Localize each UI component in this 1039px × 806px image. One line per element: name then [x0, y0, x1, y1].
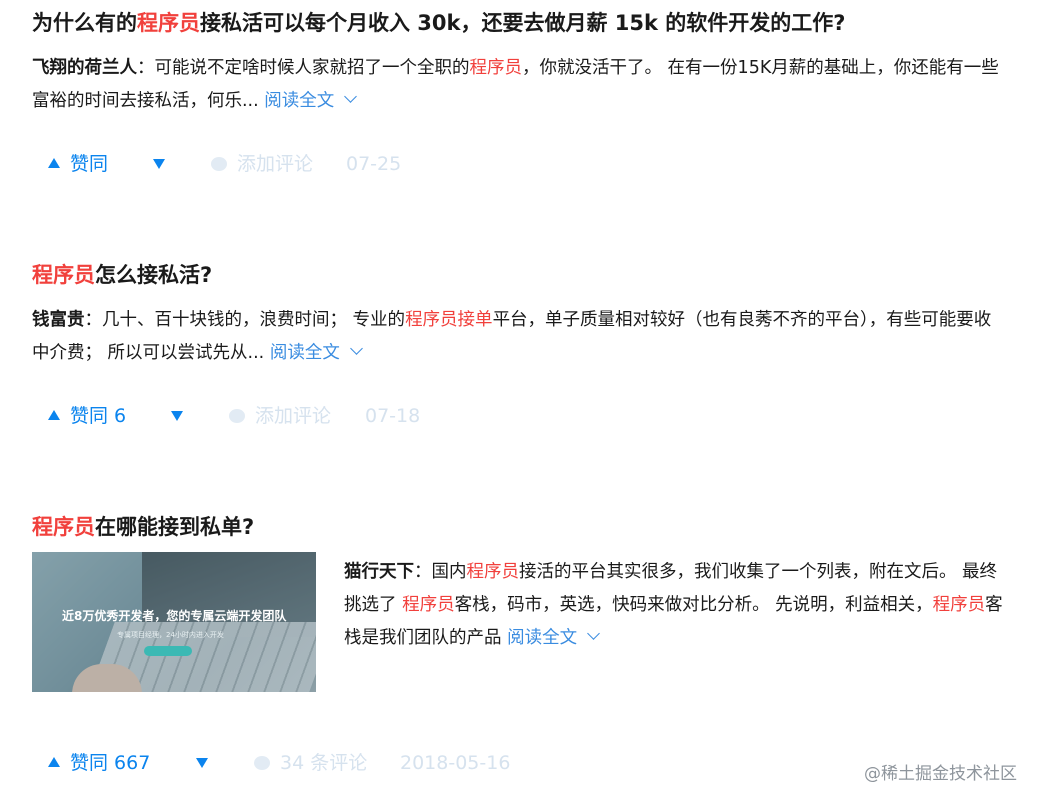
- answer-date: 2018-05-16: [400, 752, 511, 774]
- comment-bubble-icon: [211, 157, 227, 171]
- comment-label: 添加评论: [237, 153, 314, 175]
- title-text: 为什么有的: [32, 11, 137, 35]
- excerpt-highlight: 程序员接单: [405, 310, 493, 330]
- read-more-label: 阅读全文: [264, 91, 335, 111]
- upvote-label: 赞同 667: [70, 752, 151, 774]
- title-text: 接私活可以每个月收入 30k，还要去做月薪 15k 的软件开发的工作?: [200, 11, 846, 35]
- comment-bubble-icon: [254, 756, 270, 770]
- chevron-down-icon: [349, 342, 363, 355]
- upvote-label: 赞同: [70, 153, 109, 175]
- excerpt-text: ：几十、百十块钱的，浪费时间； 专业的: [84, 310, 406, 330]
- upvote-button[interactable]: 赞同: [48, 149, 108, 179]
- answer-card-2: 程序员怎么接私活? 钱富贵：几十、百十块钱的，浪费时间； 专业的程序员接单平台，…: [32, 260, 1022, 450]
- excerpt-text: ：可能说不定啥时候人家就招了一个全职的: [137, 58, 470, 78]
- answer-thumbnail[interactable]: 近8万优秀开发者，您的专属云端开发团队 专属项目经理，24小时内进入开发: [32, 552, 316, 692]
- read-more-link[interactable]: 阅读全文: [264, 90, 358, 111]
- read-more-link[interactable]: 阅读全文: [507, 627, 600, 648]
- excerpt-highlight: 程序员: [402, 595, 455, 615]
- excerpt-text: ：国内: [414, 562, 467, 582]
- comment-button[interactable]: 添加评论: [229, 401, 331, 431]
- upvote-button[interactable]: 赞同 667: [48, 748, 150, 778]
- downvote-button[interactable]: [153, 159, 165, 169]
- question-title[interactable]: 为什么有的程序员接私活可以每个月收入 30k，还要去做月薪 15k 的软件开发的…: [32, 8, 846, 38]
- read-more-link[interactable]: 阅读全文: [269, 342, 363, 363]
- upvote-arrow-icon: [48, 410, 60, 420]
- downvote-button[interactable]: [196, 758, 208, 768]
- answer-card-1: 为什么有的程序员接私活可以每个月收入 30k，还要去做月薪 15k 的软件开发的…: [32, 8, 1022, 198]
- comment-button[interactable]: 34 条评论: [254, 748, 367, 778]
- author-name[interactable]: 钱富贵: [32, 310, 85, 330]
- thumbnail-headline: 近8万优秀开发者，您的专属云端开发团队: [62, 609, 287, 623]
- chevron-down-icon: [587, 627, 600, 640]
- answer-card-3: 程序员在哪能接到私单? 近8万优秀开发者，您的专属云端开发团队 专属项目经理，2…: [32, 512, 1022, 782]
- upvote-label: 赞同 6: [70, 405, 127, 427]
- excerpt-highlight: 程序员: [466, 562, 520, 582]
- comment-label: 添加评论: [255, 405, 332, 427]
- question-title[interactable]: 程序员怎么接私活?: [32, 260, 212, 290]
- title-highlight: 程序员: [32, 515, 95, 539]
- watermark: @稀土掘金技术社区: [864, 764, 1017, 784]
- answer-date: 07-25: [346, 153, 402, 175]
- title-text: 在哪能接到私单?: [95, 515, 255, 539]
- upvote-button[interactable]: 赞同 6: [48, 401, 126, 431]
- comment-button[interactable]: 添加评论: [211, 149, 313, 179]
- chevron-down-icon: [344, 90, 358, 103]
- thumbnail-button: [144, 646, 192, 656]
- answer-excerpt[interactable]: 猫行天下：国内程序员接活的平台其实很多，我们收集了一个列表，附在文后。 最终挑选…: [344, 556, 1004, 655]
- comment-bubble-icon: [229, 409, 245, 423]
- read-more-label: 阅读全文: [269, 343, 340, 363]
- title-text: 怎么接私活?: [95, 263, 213, 287]
- read-more-label: 阅读全文: [507, 628, 578, 648]
- title-highlight: 程序员: [32, 263, 95, 287]
- comment-label: 34 条评论: [280, 752, 368, 774]
- thumbnail-subline: 专属项目经理，24小时内进入开发: [117, 631, 224, 639]
- answer-excerpt[interactable]: 飞翔的荷兰人：可能说不定啥时候人家就招了一个全职的程序员，你就没活干了。 在有一…: [32, 52, 1007, 118]
- answer-excerpt[interactable]: 钱富贵：几十、百十块钱的，浪费时间； 专业的程序员接单平台，单子质量相对较好（也…: [32, 304, 1007, 370]
- upvote-arrow-icon: [48, 757, 60, 767]
- answer-date: 07-18: [365, 405, 421, 427]
- author-name[interactable]: 猫行天下: [344, 562, 414, 582]
- excerpt-highlight: 程序员: [932, 595, 986, 615]
- upvote-arrow-icon: [48, 158, 60, 168]
- author-name[interactable]: 飞翔的荷兰人: [32, 58, 137, 78]
- excerpt-text: 客栈，码市，英选，快码来做对比分析。 先说明，利益相关，: [454, 595, 933, 615]
- title-highlight: 程序员: [137, 11, 200, 35]
- question-title[interactable]: 程序员在哪能接到私单?: [32, 512, 254, 542]
- downvote-button[interactable]: [171, 411, 183, 421]
- excerpt-highlight: 程序员: [469, 58, 523, 78]
